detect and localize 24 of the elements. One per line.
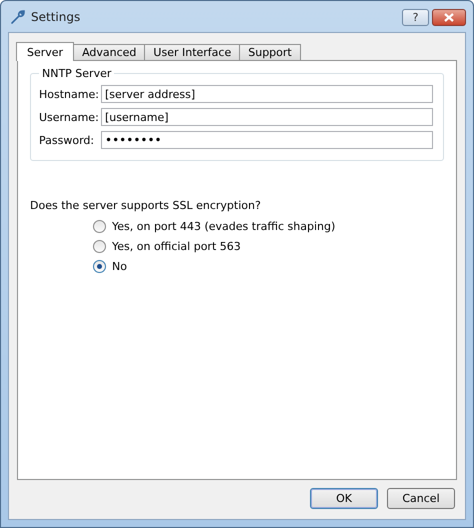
cancel-button[interactable]: Cancel (387, 488, 455, 509)
tab[interactable]: User Interface (144, 44, 240, 60)
radio-button[interactable] (93, 220, 106, 233)
input-field[interactable]: [username] (101, 108, 433, 126)
field-label: Username: (39, 110, 95, 124)
tab[interactable]: Support (239, 44, 301, 60)
group-title: NNTP Server (41, 67, 112, 80)
close-button[interactable] (432, 9, 466, 26)
radio-button[interactable] (93, 240, 106, 253)
question-text: Does the server supports SSL encryption? (30, 199, 262, 212)
ok-button[interactable]: OK (310, 488, 378, 509)
field-label: Password: (39, 134, 95, 146)
wrench-icon (10, 8, 26, 24)
input-field[interactable]: [server address] (101, 85, 433, 103)
radio-label[interactable]: Yes, on port 443 (evades traffic shaping) (112, 220, 336, 233)
password-field[interactable]: •••••••• (101, 131, 433, 149)
radio-label[interactable]: Yes, on official port 563 (112, 240, 241, 253)
tab[interactable]: Server (16, 42, 74, 61)
radio-label[interactable]: No (112, 260, 127, 273)
window-title: Settings (31, 10, 80, 24)
tab[interactable]: Advanced (73, 44, 146, 60)
help-button[interactable]: ? (402, 9, 429, 26)
radio-button[interactable] (93, 260, 106, 273)
close-icon (444, 13, 454, 22)
